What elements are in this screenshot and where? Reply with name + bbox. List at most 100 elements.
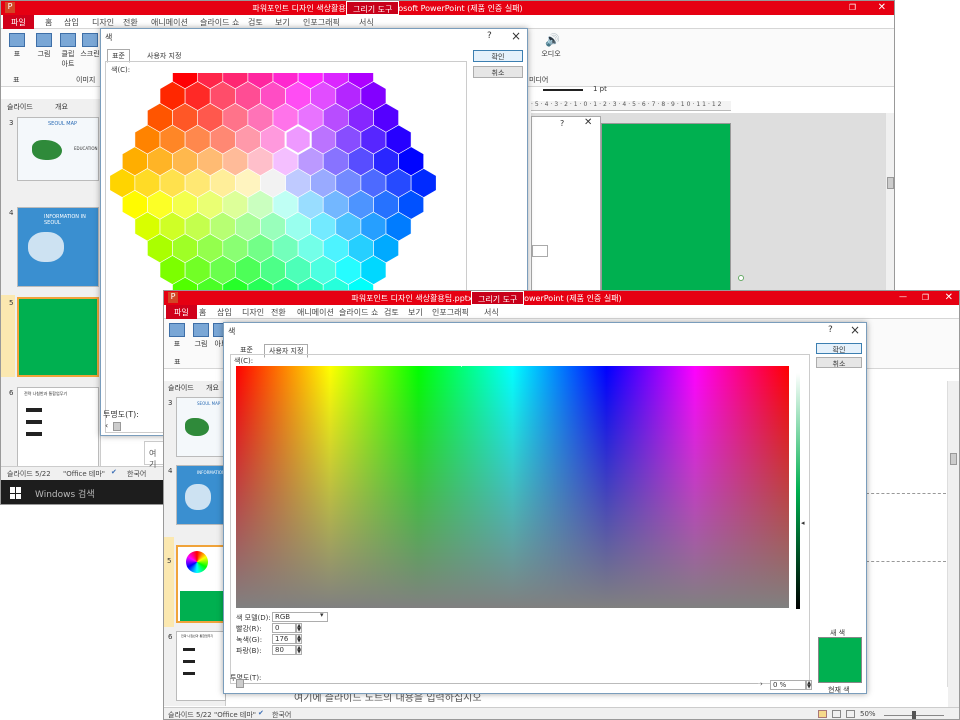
- spellcheck-icon[interactable]: ✔: [111, 468, 117, 476]
- tab-slides[interactable]: 슬라이드: [168, 383, 194, 393]
- back-ruler: ·5·4·3·2·1·0·1·2·3·4·5·6·7·8·9·10·11·12: [531, 101, 731, 111]
- ok-button[interactable]: 확인: [473, 50, 523, 62]
- ok-button[interactable]: 확인: [816, 343, 862, 354]
- tab-slides[interactable]: 슬라이드: [7, 102, 33, 112]
- tab-review[interactable]: 검토: [248, 17, 263, 28]
- tab-transition[interactable]: 전환: [271, 307, 286, 318]
- tab-review[interactable]: 검토: [384, 307, 399, 318]
- map-graphic: [32, 140, 62, 160]
- red-input[interactable]: 0: [272, 623, 296, 633]
- slide-thumb-6[interactable]: 전략 나침반과 통합업무기: [176, 631, 226, 701]
- tab-view[interactable]: 보기: [408, 307, 423, 318]
- slider-thumb[interactable]: [113, 422, 121, 431]
- help-icon[interactable]: ?: [828, 325, 833, 335]
- close-icon[interactable]: ✕: [878, 2, 886, 13]
- blue-stepper[interactable]: ▲ ▼: [296, 645, 302, 655]
- tab-outline[interactable]: 개요: [206, 383, 219, 393]
- slide-thumb-3[interactable]: SEOUL MAP: [176, 397, 226, 457]
- tab-format[interactable]: 서식: [359, 17, 374, 28]
- help-icon[interactable]: ?: [487, 31, 492, 41]
- slide-thumb-3[interactable]: SEOUL MAP EDUCATION: [17, 117, 99, 181]
- scroll-thumb[interactable]: [887, 177, 894, 189]
- slide-thumb-6[interactable]: 전략 나침반과 통합업무기: [17, 387, 99, 467]
- tab-infographic[interactable]: 인포그래픽: [432, 307, 469, 318]
- tab-view[interactable]: 보기: [275, 17, 290, 28]
- tab-slideshow[interactable]: 슬라이드 쇼: [339, 307, 378, 318]
- input-box[interactable]: [532, 245, 548, 257]
- notes-area-back[interactable]: 여기: [144, 441, 164, 469]
- tab-infographic[interactable]: 인포그래픽: [303, 17, 340, 28]
- table-button[interactable]: 표: [168, 323, 186, 349]
- tab-design[interactable]: 디자인: [242, 307, 264, 318]
- audio-button[interactable]: 🔊 오디오: [539, 33, 563, 59]
- picture-button[interactable]: 그림: [192, 323, 210, 349]
- tab-file[interactable]: 파일: [3, 15, 34, 29]
- minimize-icon[interactable]: —: [899, 292, 907, 301]
- zoom-level[interactable]: 50%: [860, 710, 876, 718]
- hexagon-color-picker[interactable]: [101, 73, 446, 293]
- selection-handle[interactable]: [738, 275, 744, 281]
- tab-insert[interactable]: 삽입: [217, 307, 232, 318]
- tab-outline[interactable]: 개요: [55, 102, 68, 112]
- picture-button[interactable]: 그림: [33, 33, 55, 59]
- zoom-thumb[interactable]: [912, 711, 916, 719]
- slide-thumb-5[interactable]: [176, 545, 226, 623]
- transparency-slider-track[interactable]: [238, 683, 758, 684]
- tab-animation[interactable]: 애니메이션: [297, 307, 334, 318]
- tab-format[interactable]: 서식: [484, 307, 499, 318]
- color-spectrum[interactable]: ⁜: [236, 360, 789, 608]
- view-normal-icon[interactable]: [818, 710, 827, 718]
- chevron-down-icon[interactable]: ▾: [320, 611, 324, 619]
- transparency-input[interactable]: 0 %: [770, 680, 806, 690]
- close-icon[interactable]: ✕: [584, 117, 592, 128]
- transparency-stepper[interactable]: ▲ ▼: [806, 680, 812, 690]
- table-button[interactable]: 표: [7, 33, 27, 59]
- close-icon[interactable]: ×: [511, 29, 521, 43]
- front-scrollbar[interactable]: [947, 381, 959, 711]
- tab-design[interactable]: 디자인: [92, 17, 114, 28]
- view-reading-icon[interactable]: [846, 710, 855, 718]
- tab-custom[interactable]: 사용자 지정: [147, 51, 181, 61]
- green-input[interactable]: 176: [272, 634, 296, 644]
- close-icon[interactable]: ✕: [945, 292, 953, 303]
- green-stepper[interactable]: ▲ ▼: [296, 634, 302, 644]
- slide-thumb-4[interactable]: INFORMATION IN SEOUL: [17, 207, 99, 287]
- tab-file[interactable]: 파일: [166, 305, 197, 319]
- tab-home[interactable]: 홈: [45, 17, 52, 28]
- tab-transition[interactable]: 전환: [123, 17, 138, 28]
- restore-icon[interactable]: ❐: [922, 293, 929, 302]
- luminance-slider[interactable]: [796, 373, 800, 609]
- front-context-tab[interactable]: 그리기 도구: [471, 291, 525, 305]
- thumb-title: SEOUL MAP: [48, 121, 78, 127]
- picture-icon: [36, 33, 52, 47]
- tab-slideshow[interactable]: 슬라이드 쇼: [200, 17, 239, 28]
- line-weight[interactable]: 1 pt: [593, 85, 607, 93]
- help-icon[interactable]: ?: [560, 119, 564, 128]
- view-sorter-icon[interactable]: [832, 710, 841, 718]
- screenshot-button[interactable]: 스크린: [79, 33, 101, 59]
- dialog-title: 색: [228, 327, 236, 336]
- tab-home[interactable]: 홈: [199, 307, 206, 318]
- scroll-thumb[interactable]: [950, 453, 957, 465]
- cancel-button[interactable]: 취소: [473, 66, 523, 78]
- clipart-button[interactable]: 클립 아트: [57, 33, 79, 69]
- slide-thumb-4[interactable]: INFORMATION: [176, 465, 226, 525]
- blue-input[interactable]: 80: [272, 645, 296, 655]
- taskbar-search[interactable]: Windows 검색: [35, 487, 95, 500]
- tab-animation[interactable]: 애니메이션: [151, 17, 188, 28]
- restore-icon[interactable]: ❐: [849, 3, 856, 12]
- crosshair-icon[interactable]: ⁜: [458, 360, 465, 369]
- back-context-tab[interactable]: 그리기 도구: [346, 1, 400, 15]
- line-style-icon[interactable]: [543, 89, 583, 91]
- cancel-button[interactable]: 취소: [816, 357, 862, 368]
- spellcheck-icon[interactable]: ✔: [258, 709, 264, 717]
- red-stepper[interactable]: ▲ ▼: [296, 623, 302, 633]
- tab-insert[interactable]: 삽입: [64, 17, 79, 28]
- chevron-right-icon[interactable]: ›: [760, 680, 763, 688]
- luminance-arrow-icon[interactable]: ◂: [801, 519, 805, 527]
- windows-icon[interactable]: [10, 487, 22, 499]
- scroll-left-icon[interactable]: ‹: [105, 421, 108, 430]
- close-icon[interactable]: ×: [850, 323, 860, 337]
- slide-thumb-5[interactable]: [17, 297, 99, 377]
- transparency-slider-thumb[interactable]: [236, 679, 244, 688]
